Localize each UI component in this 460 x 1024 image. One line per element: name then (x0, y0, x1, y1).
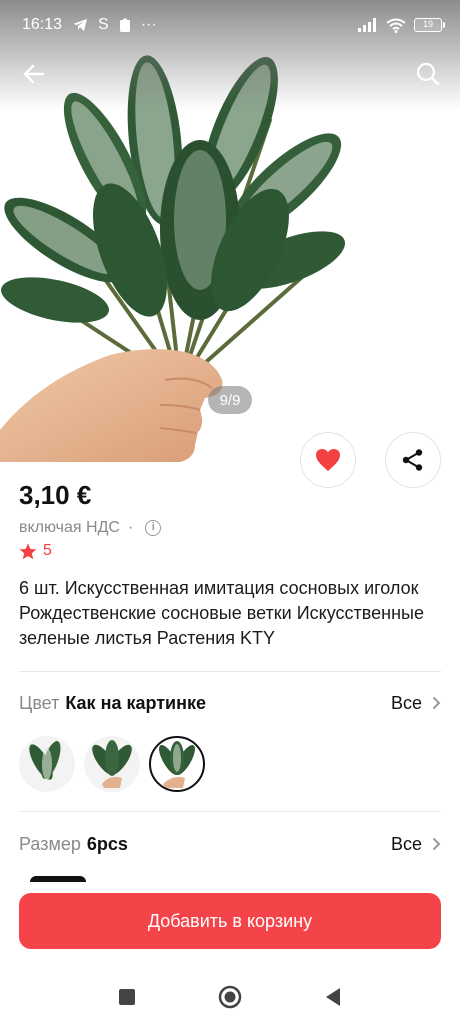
telegram-icon (73, 19, 88, 31)
nav-back-icon[interactable] (324, 987, 342, 1007)
image-counter: 9/9 (208, 386, 252, 414)
color-option-row[interactable]: Цвет Как на картинке Все (19, 688, 441, 718)
clipboard-icon (119, 18, 130, 32)
status-bar: 16:13 S ··· 19 (0, 0, 460, 50)
thumb-image (159, 741, 195, 788)
nav-home-icon[interactable] (218, 985, 242, 1009)
color-label: Цвет (19, 692, 60, 713)
color-thumbnail[interactable] (84, 736, 140, 792)
divider (19, 671, 441, 672)
s-app-icon: S (98, 16, 109, 33)
back-button[interactable] (16, 56, 52, 92)
share-button[interactable] (385, 432, 441, 488)
color-thumbnails (19, 736, 205, 792)
size-all-label: Все (390, 833, 422, 854)
chevron-right-icon (432, 696, 441, 710)
status-time: 16:13 (22, 16, 63, 33)
color-thumbnail-selected[interactable] (149, 736, 205, 792)
signal-icon (358, 18, 376, 32)
heart-icon (316, 449, 340, 471)
thumb-image (29, 741, 61, 780)
rating[interactable]: 5 (19, 542, 52, 560)
size-option-row[interactable]: Размер 6pcs Все (19, 829, 441, 859)
product-price: 3,10 € (19, 480, 92, 510)
share-icon (402, 449, 423, 471)
search-button[interactable] (410, 56, 446, 92)
back-arrow-icon (23, 64, 45, 84)
size-value: 6pcs (86, 833, 128, 854)
product-image-gallery[interactable]: 9/9 (0, 0, 460, 462)
product-title: 6 шт. Искусственная имитация сосновых иг… (19, 578, 424, 648)
system-navigation-bar (0, 970, 460, 1024)
color-all-label: Все (390, 692, 422, 713)
wifi-icon (386, 18, 406, 33)
favorite-button[interactable] (300, 432, 356, 488)
rating-value: 5 (43, 542, 52, 559)
vat-separator: · (127, 519, 134, 536)
search-icon (416, 62, 440, 86)
product-page: 9/9 16:13 S ··· 19 3,10 € включая НДС · … (0, 0, 460, 1024)
divider (19, 811, 441, 812)
size-all-link[interactable]: Все (391, 834, 441, 855)
vat-text: включая НДС (19, 519, 120, 536)
chevron-right-icon (432, 837, 441, 851)
color-all-link[interactable]: Все (391, 693, 441, 714)
color-thumbnail[interactable] (19, 736, 75, 792)
size-chip-partial (30, 876, 86, 882)
battery-icon: 19 (414, 18, 445, 32)
info-icon[interactable]: i (145, 520, 162, 536)
more-notifications-icon: ··· (140, 16, 157, 33)
size-label: Размер (19, 833, 81, 854)
star-icon (19, 543, 37, 559)
color-value: Как на картинке (65, 692, 207, 713)
nav-square-icon[interactable] (118, 988, 136, 1006)
add-to-cart-button[interactable]: Добавить в корзину (19, 893, 441, 949)
vat-info: включая НДС · i (19, 519, 162, 537)
thumb-image (92, 740, 132, 788)
